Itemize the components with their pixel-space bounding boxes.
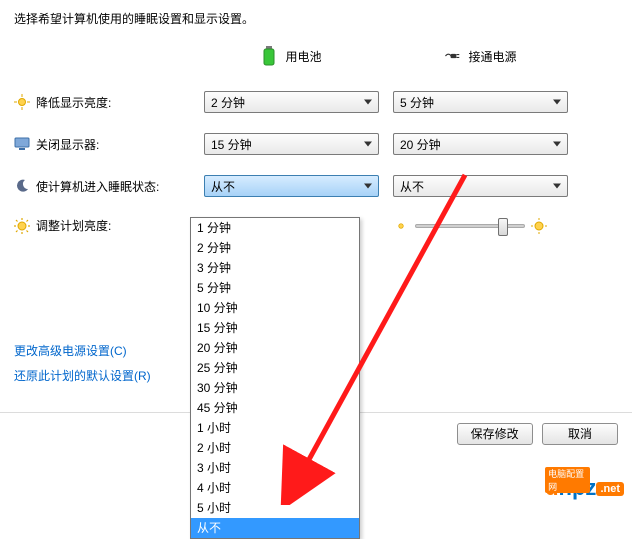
combo-off-battery[interactable]: 15 分钟 [204,133,379,155]
sun-dim-icon [14,94,30,110]
dropdown-option[interactable]: 20 分钟 [191,338,359,358]
sun-small-icon [393,218,409,234]
dropdown-option[interactable]: 25 分钟 [191,358,359,378]
dropdown-option[interactable]: 1 分钟 [191,218,359,238]
label-dim: 降低显示亮度: [36,94,111,111]
dropdown-option[interactable]: 2 小时 [191,438,359,458]
sun-brightness-icon [14,218,30,234]
column-header-plugged: 接通电源 [393,41,568,71]
combo-dim-battery[interactable]: 2 分钟 [204,91,379,113]
plug-icon [444,48,460,64]
dropdown-option[interactable]: 15 分钟 [191,318,359,338]
dropdown-option[interactable]: 30 分钟 [191,378,359,398]
watermark: 电脑配置网 dnpz.net [545,475,624,501]
brightness-slider-plugged[interactable] [393,218,568,234]
label-off: 关闭显示器: [36,136,99,153]
combo-off-plugged[interactable]: 20 分钟 [393,133,568,155]
monitor-off-icon [14,136,30,152]
dropdown-option[interactable]: 1 小时 [191,418,359,438]
sleep-battery-dropdown[interactable]: 1 分钟2 分钟3 分钟5 分钟10 分钟15 分钟20 分钟25 分钟30 分… [190,217,360,539]
sun-large-icon [531,218,547,234]
label-sleep: 使计算机进入睡眠状态: [36,178,159,195]
page-description: 选择希望计算机使用的睡眠设置和显示设置。 [14,10,618,27]
combo-sleep-plugged[interactable]: 从不 [393,175,568,197]
dropdown-option[interactable]: 10 分钟 [191,298,359,318]
battery-icon [261,48,277,64]
cancel-button[interactable]: 取消 [542,423,618,445]
dropdown-option[interactable]: 45 分钟 [191,398,359,418]
brightness-thumb[interactable] [498,218,508,236]
combo-sleep-battery[interactable]: 从不 [204,175,379,197]
dropdown-option[interactable]: 4 小时 [191,478,359,498]
save-button[interactable]: 保存修改 [457,423,533,445]
column-header-battery: 用电池 [204,41,379,71]
dropdown-option[interactable]: 3 分钟 [191,258,359,278]
brightness-track[interactable] [415,224,525,228]
label-brightness: 调整计划亮度: [36,217,111,234]
dropdown-option[interactable]: 5 小时 [191,498,359,518]
dropdown-option[interactable]: 3 小时 [191,458,359,478]
dropdown-option[interactable]: 2 分钟 [191,238,359,258]
combo-dim-plugged[interactable]: 5 分钟 [393,91,568,113]
dropdown-option[interactable]: 从不 [191,518,359,538]
moon-sleep-icon [14,178,30,194]
dropdown-option[interactable]: 5 分钟 [191,278,359,298]
